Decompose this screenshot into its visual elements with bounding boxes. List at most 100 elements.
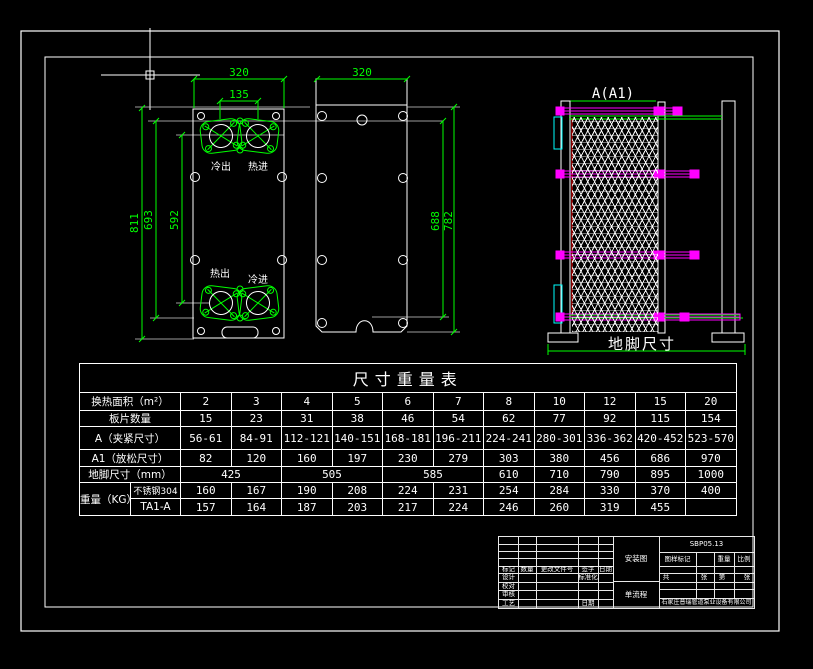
cad-canvas: 冷出 热进 热出 冷进 320 1 xyxy=(0,0,813,669)
dim-height-688: 688 xyxy=(429,211,442,231)
row-label: TA1-A xyxy=(131,499,181,516)
table-cell: 4 xyxy=(282,393,333,411)
table-cell: 970 xyxy=(686,450,737,467)
table-cell: 505 xyxy=(282,467,383,483)
row-label: 换热面积（m²） xyxy=(80,393,181,411)
dim-height-693: 693 xyxy=(142,210,155,230)
table-cell: 7 xyxy=(433,393,484,411)
table-cell: 10 xyxy=(534,393,585,411)
dim-width-front: 320 xyxy=(229,66,249,79)
table-cell: 3 xyxy=(231,393,282,411)
table-cell: 284 xyxy=(534,483,585,499)
table-cell: 197 xyxy=(332,450,383,467)
row-label: A1（放松尺寸） xyxy=(80,450,181,467)
view-bare-plate: 320 688 782 xyxy=(314,66,460,335)
table-cell: 231 xyxy=(433,483,484,499)
crosshair-cursor[interactable] xyxy=(101,28,200,110)
table-cell: 160 xyxy=(282,450,333,467)
table-cell: 92 xyxy=(585,411,636,427)
table-cell: 585 xyxy=(383,467,484,483)
role-process: 工艺 xyxy=(499,599,518,608)
table-cell: 23 xyxy=(231,411,282,427)
table-cell: 895 xyxy=(635,467,686,483)
table-cell: 15 xyxy=(181,411,232,427)
title-block: 标记 数量 更改文件号 签字 日期 设计 标准化 校对 审核 工艺 日期 安装图… xyxy=(498,536,755,609)
size-table: 尺寸重量表换热面积（m²）234567810121520板片数量15233138… xyxy=(79,363,737,516)
date-label: 日期 xyxy=(578,599,598,608)
table-cell: 154 xyxy=(686,411,737,427)
table-cell: 164 xyxy=(231,499,282,516)
table-cell: 112-121 xyxy=(282,427,333,450)
table-cell: 82 xyxy=(181,450,232,467)
table-cell xyxy=(686,499,737,516)
view-front-plate: 冷出 热进 热出 冷进 320 1 xyxy=(128,66,443,342)
table-cell: 115 xyxy=(635,411,686,427)
role-check: 校对 xyxy=(499,582,518,590)
sheet-unit-label: 张 xyxy=(699,573,709,582)
role-design: 设计 xyxy=(499,573,518,582)
table-cell: 56-61 xyxy=(181,427,232,450)
table-cell: 260 xyxy=(534,499,585,516)
row-label: 板片数量 xyxy=(80,411,181,427)
table-cell: 686 xyxy=(635,450,686,467)
rev-header-mark: 标记 xyxy=(499,566,518,573)
table-row: 换热面积（m²）234567810121520 xyxy=(80,393,737,411)
table-cell: 167 xyxy=(231,483,282,499)
table-cell: 54 xyxy=(433,411,484,427)
row-label: 地脚尺寸（mm） xyxy=(80,467,181,483)
table-cell: 224-241 xyxy=(484,427,535,450)
dim-width-plate: 320 xyxy=(352,66,372,79)
sheet-unit2-label: 张 xyxy=(742,573,752,582)
rev-header-date: 日期 xyxy=(598,566,613,573)
port-label-hot-out: 热出 xyxy=(210,267,230,280)
rev-header-qty: 数量 xyxy=(518,566,536,573)
table-row: A（夹紧尺寸）56-6184-91112-121140-151168-18119… xyxy=(80,427,737,450)
table-cell: 280-301 xyxy=(534,427,585,450)
table-cell: 77 xyxy=(534,411,585,427)
table-cell: 46 xyxy=(383,411,434,427)
table-cell: 279 xyxy=(433,450,484,467)
table-row: A1（放松尺寸）82120160197230279303380456686970 xyxy=(80,450,737,467)
row-label: 不锈钢304 xyxy=(131,483,181,499)
table-cell: 224 xyxy=(383,483,434,499)
table-cell: 2 xyxy=(181,393,232,411)
table-cell: 523-570 xyxy=(686,427,737,450)
table-cell: 62 xyxy=(484,411,535,427)
port-label-cold-in: 冷进 xyxy=(248,273,268,286)
table-cell: 319 xyxy=(585,499,636,516)
table-cell: 160 xyxy=(181,483,232,499)
table-cell: 140-151 xyxy=(332,427,383,450)
table-cell: 203 xyxy=(332,499,383,516)
table-cell: 224 xyxy=(433,499,484,516)
table-cell: 12 xyxy=(585,393,636,411)
table-cell: 455 xyxy=(635,499,686,516)
table-cell: 208 xyxy=(332,483,383,499)
foot-dimension-label: 地脚尺寸 xyxy=(608,335,676,353)
row-label: A（夹紧尺寸） xyxy=(80,427,181,450)
port-label-hot-in: 热进 xyxy=(248,160,268,173)
table-cell: 420-452 xyxy=(635,427,686,450)
table-cell: 31 xyxy=(282,411,333,427)
weight-group-label: 重量（KG） xyxy=(80,483,131,516)
dim-height-592: 592 xyxy=(168,210,181,230)
drawing-type-label: 安装图 xyxy=(613,537,659,581)
role-review: 审核 xyxy=(499,590,518,599)
sheet-total-label: 共 xyxy=(661,573,671,582)
table-cell: 84-91 xyxy=(231,427,282,450)
table-cell: 6 xyxy=(383,393,434,411)
company-name: 石家庄普瑞管道泵业设备有限公司 xyxy=(659,598,754,608)
standardization-label: 标准化 xyxy=(574,573,602,582)
table-cell: 15 xyxy=(635,393,686,411)
table-cell: 425 xyxy=(181,467,282,483)
table-cell: 254 xyxy=(484,483,535,499)
table-cell: 217 xyxy=(383,499,434,516)
dim-height-782: 782 xyxy=(442,211,455,231)
table-title: 尺寸重量表 xyxy=(80,364,737,393)
flow-type-label: 单流程 xyxy=(613,581,659,608)
port-label-cold-out: 冷出 xyxy=(211,160,231,173)
table-cell: 790 xyxy=(585,467,636,483)
table-cell: 380 xyxy=(534,450,585,467)
table-row: 板片数量152331384654627792115154 xyxy=(80,411,737,427)
table-cell: 157 xyxy=(181,499,232,516)
table-cell: 187 xyxy=(282,499,333,516)
